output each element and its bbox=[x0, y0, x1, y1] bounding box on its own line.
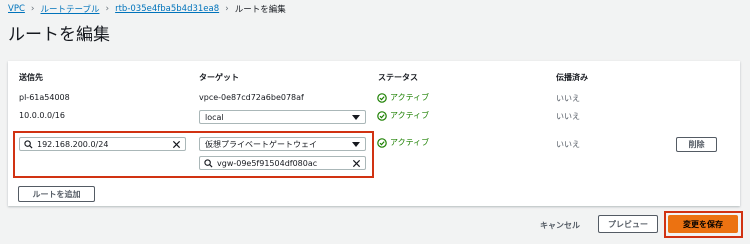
breadcrumb-current: ルートを編集 bbox=[234, 5, 286, 15]
caret-down-icon bbox=[352, 141, 360, 147]
column-header-destination: 送信先 bbox=[19, 73, 43, 82]
route-propagated: いいえ bbox=[556, 112, 580, 121]
target-select[interactable]: local bbox=[199, 110, 366, 124]
column-header-propagated: 伝播済み bbox=[556, 73, 588, 82]
save-changes-button[interactable]: 変更を保存 bbox=[668, 215, 738, 233]
breadcrumb-vpc[interactable]: VPC bbox=[8, 4, 25, 14]
column-header-status: ステータス bbox=[378, 73, 418, 82]
target-search-input[interactable]: vgw-09e5f91504df080ac bbox=[199, 156, 366, 170]
column-header-target: ターゲット bbox=[199, 73, 239, 82]
search-icon bbox=[24, 139, 33, 149]
route-destination: 10.0.0.0/16 bbox=[19, 111, 65, 120]
destination-input[interactable]: 192.168.200.0/24 bbox=[19, 137, 186, 151]
status-text: アクティブ bbox=[390, 138, 430, 147]
chevron-right-icon: › bbox=[30, 4, 35, 14]
status-badge: アクティブ bbox=[377, 137, 429, 148]
breadcrumb-route-tables[interactable]: ルートテーブル bbox=[41, 3, 100, 15]
breadcrumb: VPC › ルートテーブル › rtb-035e4fba5b4d31ea8 › … bbox=[8, 3, 286, 15]
breadcrumb-route-table-id[interactable]: rtb-035e4fba5b4d31ea8 bbox=[115, 4, 219, 14]
check-circle-icon bbox=[377, 110, 387, 121]
route-propagated: いいえ bbox=[556, 140, 580, 149]
status-badge: アクティブ bbox=[377, 92, 429, 103]
target-type-select-value: 仮想プライベートゲートウェイ bbox=[205, 139, 317, 149]
route-propagated: いいえ bbox=[556, 94, 580, 103]
chevron-right-icon: › bbox=[105, 4, 110, 14]
check-circle-icon bbox=[377, 92, 387, 103]
clear-icon[interactable] bbox=[172, 140, 181, 149]
status-text: アクティブ bbox=[390, 111, 430, 120]
check-circle-icon bbox=[377, 137, 387, 148]
status-text: アクティブ bbox=[390, 93, 430, 102]
preview-button[interactable]: プレビュー bbox=[598, 215, 658, 233]
target-search-value: vgw-09e5f91504df080ac bbox=[217, 158, 318, 168]
target-select-value: local bbox=[205, 112, 224, 122]
target-type-select[interactable]: 仮想プライベートゲートウェイ bbox=[199, 137, 366, 151]
route-destination: pl-61a54008 bbox=[19, 93, 70, 102]
cancel-button[interactable]: キャンセル bbox=[540, 220, 580, 231]
destination-input-value: 192.168.200.0/24 bbox=[37, 139, 109, 149]
caret-down-icon bbox=[352, 114, 360, 120]
status-badge: アクティブ bbox=[377, 110, 429, 121]
route-target: vpce-0e87cd72a6be078af bbox=[199, 93, 304, 102]
search-icon bbox=[204, 158, 213, 168]
remove-route-button[interactable]: 削除 bbox=[676, 137, 717, 152]
add-route-button[interactable]: ルートを追加 bbox=[18, 186, 95, 202]
page-title: ルートを編集 bbox=[8, 25, 110, 45]
clear-icon[interactable] bbox=[352, 159, 361, 168]
chevron-right-icon: › bbox=[225, 4, 229, 14]
